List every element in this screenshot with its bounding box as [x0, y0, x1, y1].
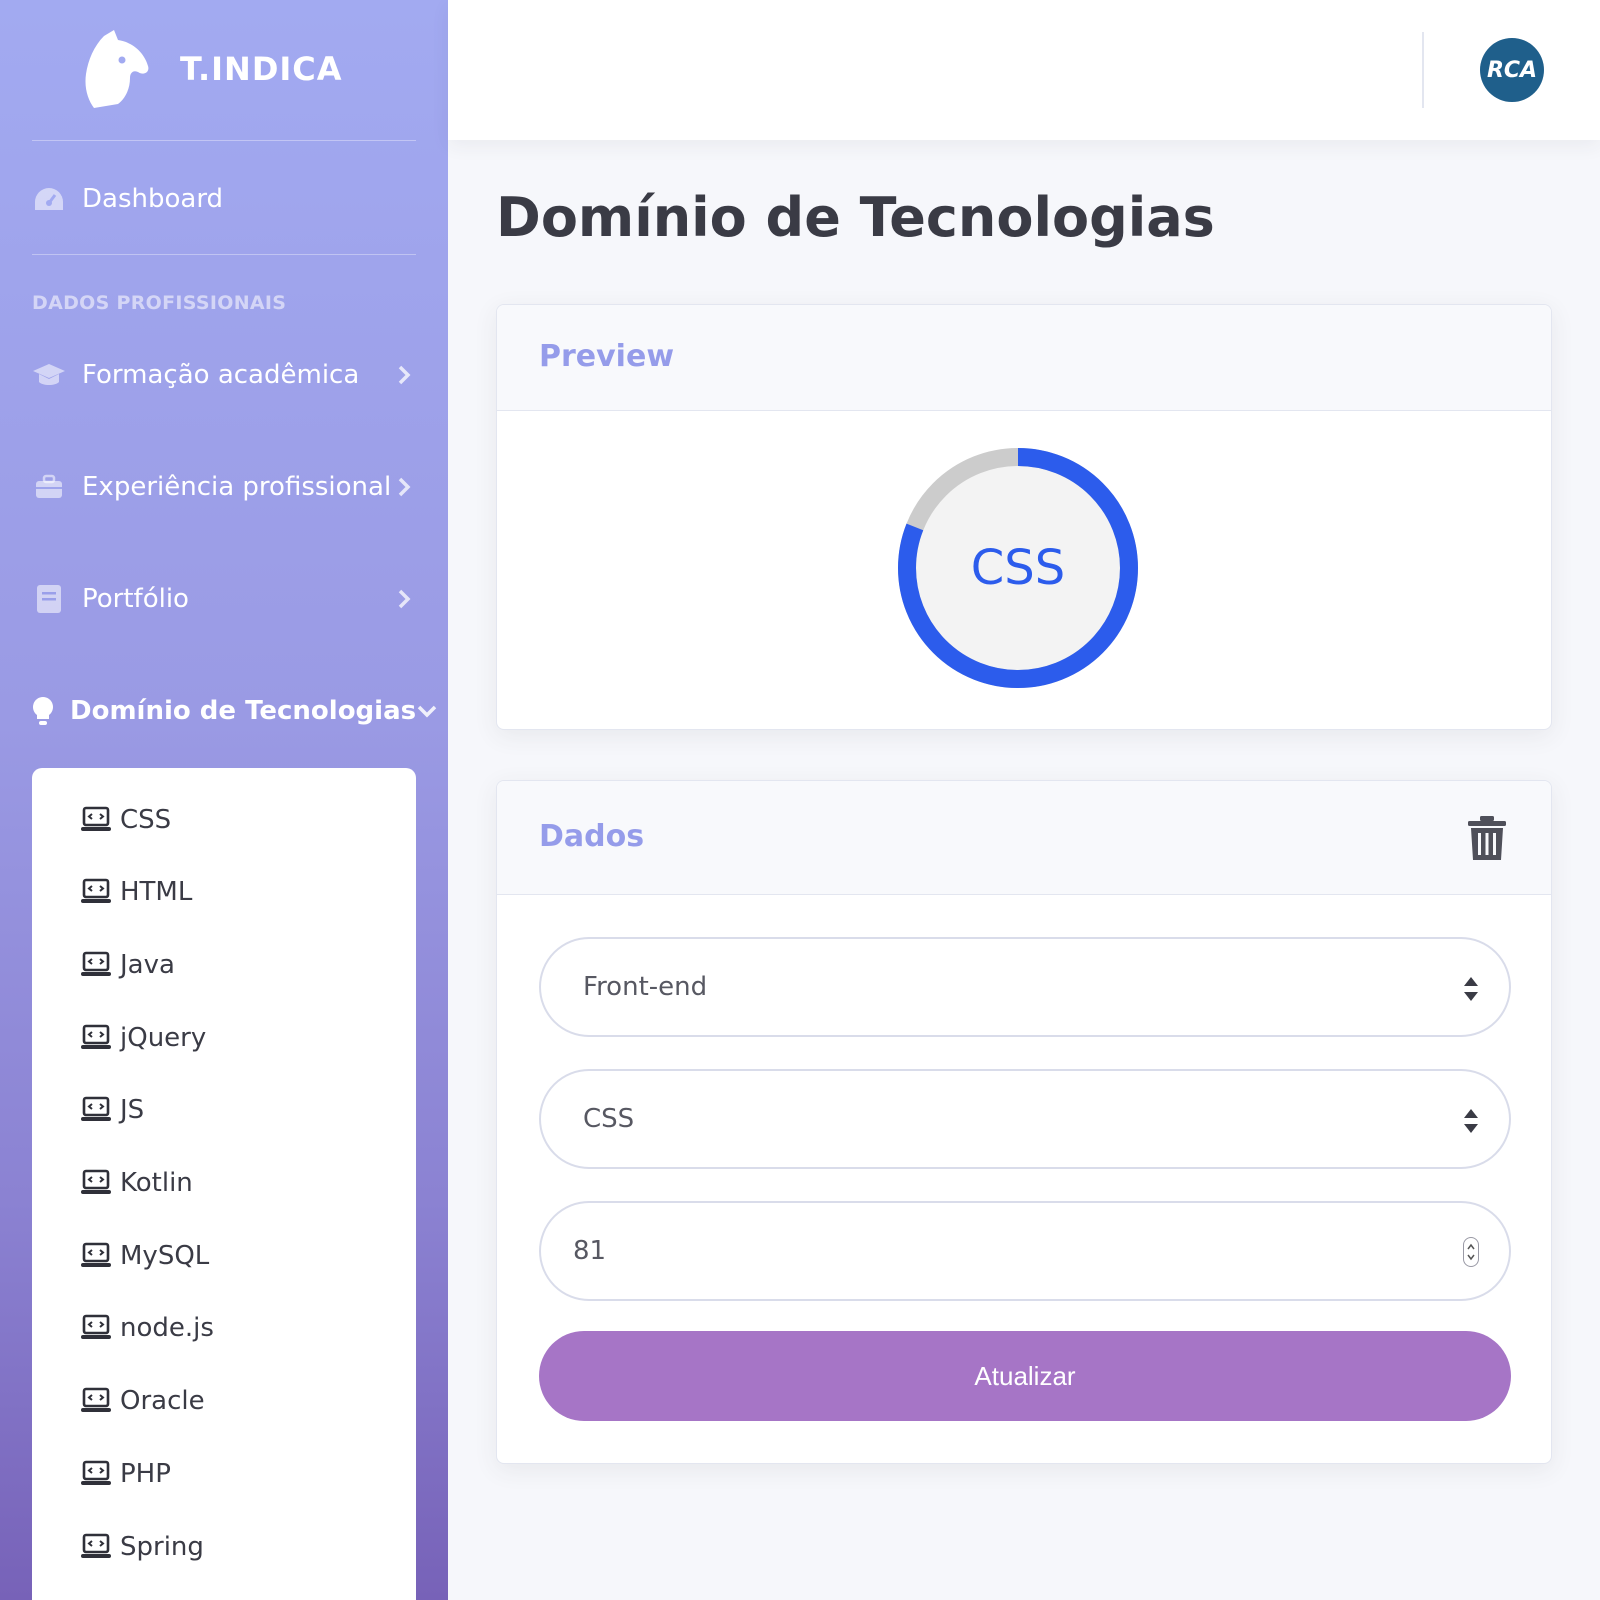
number-spinner-icon[interactable]	[1463, 1237, 1479, 1267]
book-icon	[32, 584, 66, 614]
sort-arrows-icon	[1464, 977, 1478, 1001]
technologies-submenu: CSS HTML Java jQuery JS Kotlin MySQL nod…	[32, 768, 416, 1600]
category-select[interactable]: Front-end	[539, 937, 1511, 1037]
submenu-item-label: Kotlin	[120, 1168, 193, 1198]
submenu-item-label: Oracle	[120, 1386, 205, 1416]
trash-icon[interactable]	[1467, 815, 1507, 861]
sidebar-item-label: Portfólio	[82, 584, 189, 614]
level-number-field[interactable]	[539, 1201, 1511, 1301]
sidebar-item-label: Dashboard	[82, 184, 224, 214]
submenu-item-html[interactable]: HTML	[80, 872, 192, 912]
submenu-item-spring[interactable]: Spring	[80, 1527, 204, 1567]
submenu-item-php[interactable]: PHP	[80, 1454, 171, 1494]
submenu-item-js[interactable]: JS	[80, 1090, 144, 1130]
progress-ring: CSS	[895, 445, 1141, 691]
preview-card: Preview CSS	[496, 304, 1552, 730]
sidebar-item-dominio[interactable]: Domínio de Tecnologias	[32, 686, 437, 736]
submenu-item-mysql[interactable]: MySQL	[80, 1236, 209, 1276]
chevron-right-icon	[392, 587, 416, 611]
avatar[interactable]: RCA	[1480, 38, 1544, 102]
divider	[32, 140, 416, 141]
card-title: Dados	[539, 819, 645, 854]
laptop-code-icon	[80, 1532, 114, 1562]
laptop-code-icon	[80, 1313, 114, 1343]
laptop-code-icon	[80, 1023, 114, 1053]
submenu-item-nodejs[interactable]: node.js	[80, 1308, 214, 1348]
chevron-right-icon	[392, 363, 416, 387]
submenu-item-label: MySQL	[120, 1241, 210, 1271]
update-button[interactable]: Atualizar	[539, 1331, 1511, 1421]
page-title: Domínio de Tecnologias	[496, 186, 1215, 249]
chevron-down-icon	[416, 699, 438, 723]
category-select-value: Front-end	[583, 972, 708, 1002]
submenu-item-kotlin[interactable]: Kotlin	[80, 1163, 193, 1203]
graduation-cap-icon	[32, 360, 66, 390]
laptop-code-icon	[80, 805, 114, 835]
card-title: Preview	[539, 339, 675, 374]
submenu-item-label: node.js	[120, 1313, 214, 1343]
sidebar-item-dashboard[interactable]: Dashboard	[32, 174, 416, 224]
divider	[32, 254, 416, 255]
sidebar-item-label: Formação acadêmica	[82, 360, 360, 390]
sidebar-item-portfolio[interactable]: Portfólio	[32, 574, 416, 624]
card-header: Dados	[497, 781, 1551, 895]
laptop-code-icon	[80, 1168, 114, 1198]
topbar: RCA	[448, 0, 1600, 140]
sidebar-item-label: Experiência profissional	[82, 472, 392, 502]
card-header: Preview	[497, 305, 1551, 411]
submenu-item-label: CSS	[120, 805, 172, 835]
laptop-code-icon	[80, 1095, 114, 1125]
section-title: DADOS PROFISSIONAIS	[32, 292, 287, 314]
laptop-code-icon	[80, 1386, 114, 1416]
brand-name: T.INDICA	[180, 50, 343, 88]
sidebar-item-label: Domínio de Tecnologias	[70, 696, 417, 726]
laptop-code-icon	[80, 1459, 114, 1489]
sidebar-item-formacao[interactable]: Formação acadêmica	[32, 350, 416, 400]
sidebar: T.INDICA Dashboard DADOS PROFISSIONAIS F…	[0, 0, 448, 1600]
sort-arrows-icon	[1464, 1109, 1478, 1133]
technology-select[interactable]: CSS	[539, 1069, 1511, 1169]
laptop-code-icon	[80, 877, 114, 907]
brand[interactable]: T.INDICA	[0, 0, 448, 140]
submenu-item-label: PHP	[120, 1459, 171, 1489]
level-input[interactable]	[573, 1236, 1433, 1266]
technology-select-value: CSS	[583, 1104, 635, 1134]
data-card: Dados Front-end CSS Atualizar	[496, 780, 1552, 1464]
submenu-item-label: Spring	[120, 1532, 204, 1562]
lightbulb-icon	[32, 696, 54, 726]
submenu-item-label: Java	[120, 950, 175, 980]
ring-label: CSS	[970, 540, 1066, 596]
topbar-divider	[1422, 32, 1424, 108]
chevron-right-icon	[392, 475, 416, 499]
horse-logo-icon	[85, 30, 149, 108]
submenu-item-java[interactable]: Java	[80, 945, 175, 985]
sidebar-item-experiencia[interactable]: Experiência profissional	[32, 462, 416, 512]
submenu-item-css[interactable]: CSS	[80, 800, 171, 840]
laptop-code-icon	[80, 950, 114, 980]
submenu-item-label: JS	[120, 1095, 145, 1125]
submenu-item-label: HTML	[120, 877, 193, 907]
speedometer-icon	[32, 184, 66, 214]
submenu-item-label: jQuery	[120, 1023, 207, 1053]
laptop-code-icon	[80, 1241, 114, 1271]
submenu-item-oracle[interactable]: Oracle	[80, 1381, 205, 1421]
briefcase-icon	[32, 472, 66, 502]
submenu-item-jquery[interactable]: jQuery	[80, 1018, 206, 1058]
